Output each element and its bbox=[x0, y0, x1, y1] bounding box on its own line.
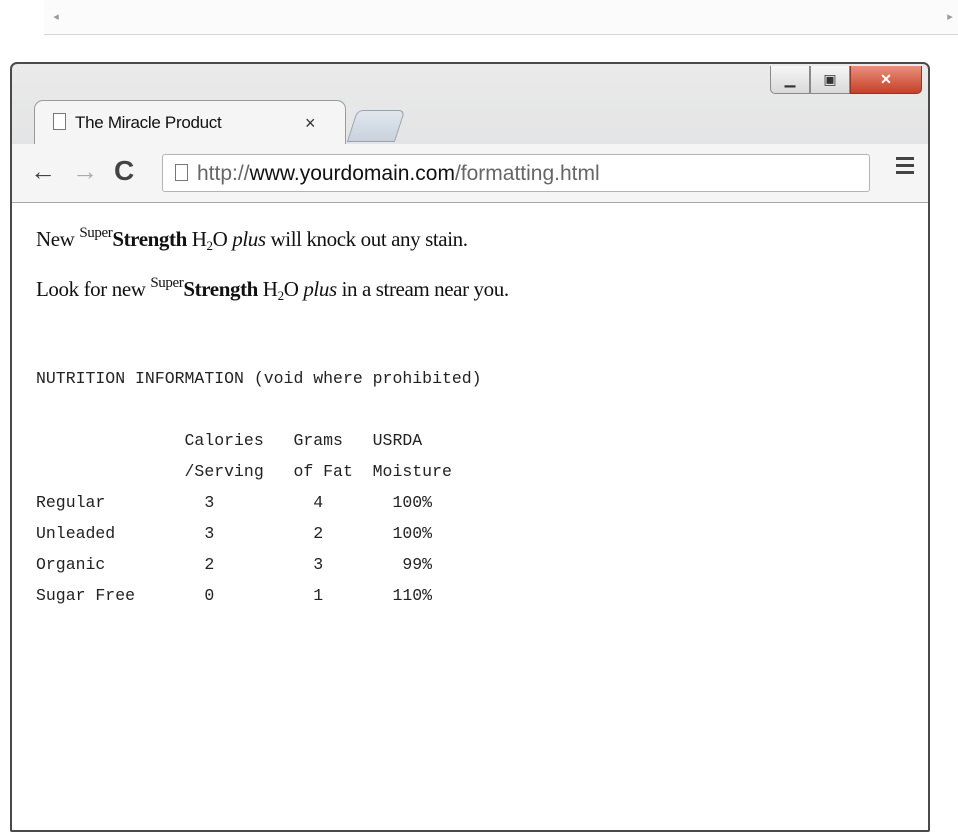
maximize-button[interactable]: ▣ bbox=[810, 66, 850, 94]
address-bar[interactable]: http://www.yourdomain.com/formatting.htm… bbox=[162, 154, 870, 192]
scroll-left-arrow-icon[interactable]: ◂ bbox=[44, 6, 68, 28]
window-controls: ▁ ▣ ✕ bbox=[770, 66, 922, 96]
toolbar: ← → C http://www.yourdomain.com/formatti… bbox=[12, 144, 928, 203]
horizontal-scrollbar[interactable]: ◂ ▸ bbox=[44, 0, 958, 35]
page-content: New SuperStrength H2O plus will knock ou… bbox=[12, 203, 928, 830]
back-arrow-icon[interactable]: ← bbox=[30, 156, 56, 186]
text-line-1: New SuperStrength H2O plus will knock ou… bbox=[36, 225, 468, 253]
minimize-button[interactable]: ▁ bbox=[770, 66, 810, 94]
nutrition-preformatted-text: NUTRITION INFORMATION (void where prohib… bbox=[36, 369, 482, 605]
browser-tab[interactable]: The Miracle Product × bbox=[34, 100, 346, 144]
new-tab-button[interactable] bbox=[346, 110, 406, 142]
tab-title: The Miracle Product bbox=[75, 113, 222, 132]
browser-window: ▁ ▣ ✕ The Miracle Product × ← → C http:/… bbox=[10, 62, 930, 832]
url-text: http://www.yourdomain.com/formatting.htm… bbox=[197, 162, 600, 185]
menu-icon[interactable] bbox=[896, 157, 914, 178]
reload-icon[interactable]: C bbox=[114, 156, 134, 186]
page-icon bbox=[175, 164, 188, 181]
close-window-button[interactable]: ✕ bbox=[850, 66, 922, 94]
page-icon bbox=[53, 113, 66, 130]
scroll-right-arrow-icon[interactable]: ▸ bbox=[942, 6, 958, 28]
tab-close-icon[interactable]: × bbox=[305, 113, 316, 134]
forward-arrow-icon[interactable]: → bbox=[72, 156, 98, 186]
text-line-2: Look for new SuperStrength H2O plus in a… bbox=[36, 275, 509, 303]
